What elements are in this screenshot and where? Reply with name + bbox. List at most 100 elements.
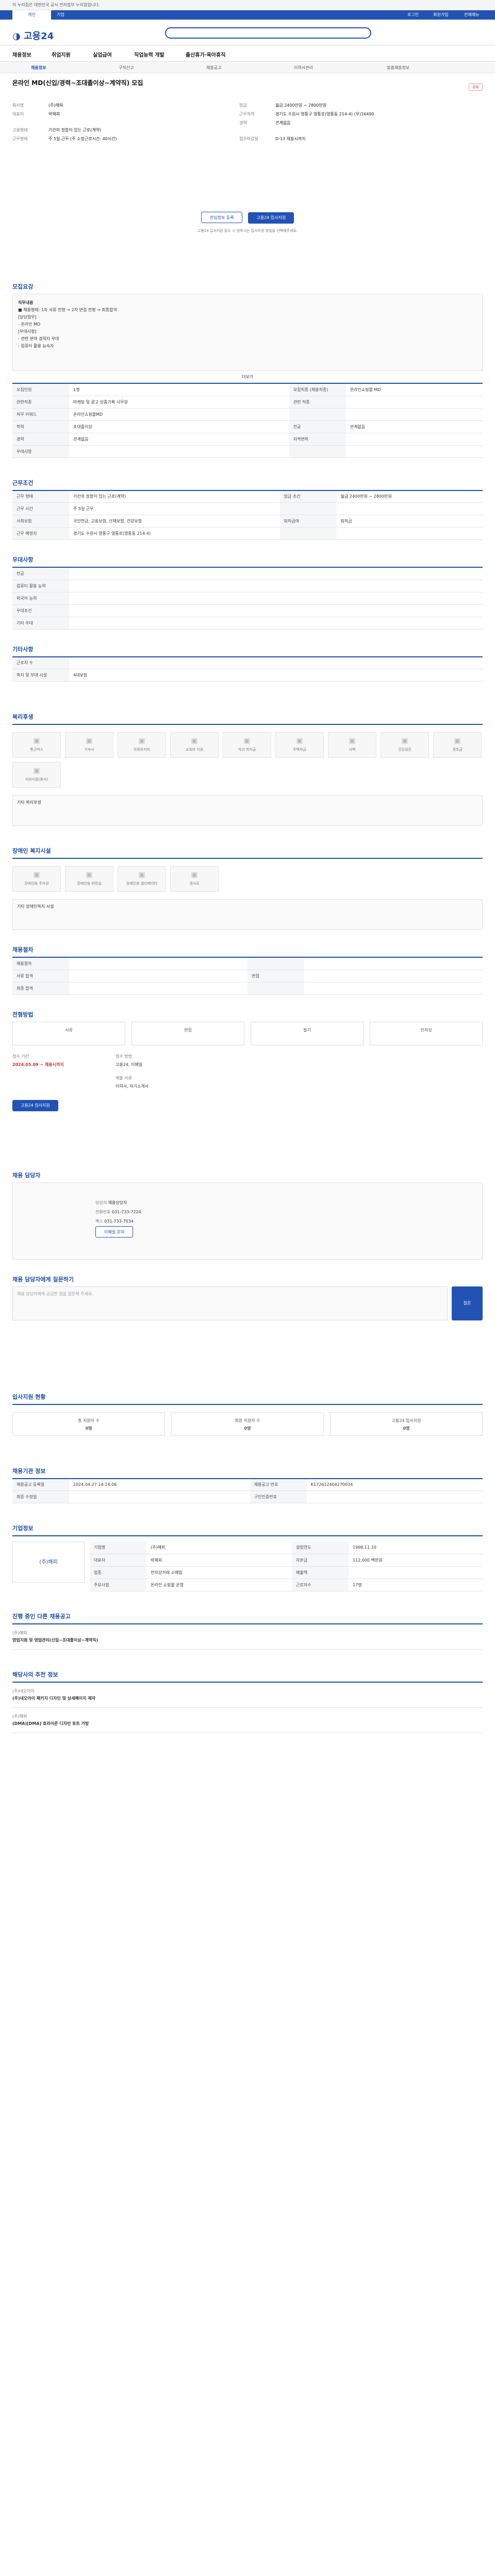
all-menu-link[interactable]: 전체메뉴 <box>464 10 479 20</box>
welfare-icon: ▣ <box>454 737 461 745</box>
company-logo: (주)해피 <box>12 1541 85 1583</box>
row-value: 2024.04.27 14:14:06 <box>69 1478 250 1491</box>
menu-item[interactable]: 출산휴가·육아휴직 <box>186 50 225 58</box>
table-row: 관련직종 마케팅 및 광고 상품기획 사무원 관련 직종 <box>12 396 483 409</box>
more-button[interactable]: 더보기 <box>12 374 483 380</box>
menu-item[interactable]: 직업능력 개발 <box>134 50 164 58</box>
status-card: 총 지원자 수 0명 <box>12 1412 165 1436</box>
share-button[interactable]: 공유 <box>469 83 483 91</box>
welfare-item: ▣ 장애인용 화장실 <box>65 866 113 892</box>
row-label: 기업명 <box>90 1541 146 1554</box>
welfare-icon: ▣ <box>86 871 93 879</box>
login-link[interactable]: 로그인 <box>407 10 419 20</box>
table-row: 우대조건 <box>12 604 483 617</box>
subtab[interactable]: 채용정보 <box>31 65 46 71</box>
welfare-icon: ▣ <box>33 871 40 879</box>
search-input[interactable] <box>165 27 371 39</box>
row-label: 퇴직급여 <box>279 515 337 528</box>
menu-item[interactable]: 취업지원 <box>52 50 71 58</box>
table-row: 전공 <box>12 567 483 580</box>
tab-company[interactable]: 기업 <box>57 10 64 20</box>
table-row: 기업명 (주)해피 설립연도 1998.11.10 <box>90 1541 483 1554</box>
disability-section: 장애인 복지시설 ▣ 장애인용 주차장 ▣ 장애인용 화장실 ▣ 장애인용 엘리베이터 ▣ 경… <box>0 846 495 930</box>
row-value: 국민연금, 고용보험, 산재보험, 건강보험 <box>69 515 280 528</box>
row-value <box>345 408 483 421</box>
job-header: 온라인 MD(신입/경력∼조대졸이상∼계약직) 모집 공유 회사명 (주)해피 대… <box>0 78 495 274</box>
row-label <box>289 445 346 458</box>
row-label: 근로자 수 <box>12 656 69 669</box>
question-button[interactable]: 질문 <box>452 1286 483 1320</box>
bookmark-button[interactable]: 관심정보 등록 <box>201 212 243 223</box>
table-row: 서류 합격 면접 <box>12 970 483 982</box>
table-row: 채용절차 <box>12 957 483 970</box>
welfare-item: ▣ 건강검진 <box>381 732 429 758</box>
row-label <box>248 982 304 995</box>
email-button[interactable]: 이메일 문의 <box>95 1226 134 1238</box>
subtab[interactable]: 맞춤채용정보 <box>387 65 409 71</box>
menu-item[interactable]: 채용정보 <box>12 50 31 58</box>
list-item[interactable]: (주)네오아이 (주)네오아이 패키지 디자인 및 상세페이지 제작 <box>12 1683 483 1708</box>
contact-section: 채용 담당자 담당자 채용담당자 전화번호 031-733-7224 팩스 03… <box>0 1171 495 1320</box>
row-label: 채용공고 번호 <box>250 1478 307 1491</box>
recommend-section: 해당사의 추천 정보 (주)네오아이 (주)네오아이 패키지 디자인 및 상세페이… <box>0 1670 495 1754</box>
row-value <box>304 957 483 970</box>
row-value: 월급 2400만원 ∼ 2800만원 <box>336 490 483 503</box>
question-input[interactable]: 채용 담당자에게 궁금한 점을 질문해 주세요. <box>12 1286 448 1320</box>
apply-button-2[interactable]: 고용24 입사지원 <box>12 1099 58 1111</box>
row-value <box>69 445 289 458</box>
welfare-icon: ▣ <box>296 737 303 745</box>
row-value: 17명 <box>349 1579 483 1591</box>
status-card: 회원 지원자 수 0명 <box>171 1412 324 1436</box>
row-label: 최종 합격 <box>12 982 69 995</box>
logo[interactable]: ◑ 고용24 <box>12 29 54 42</box>
list-item[interactable]: (주)해피 (DMA)[DMA] 호라이즌 디자인 토트 가방 <box>12 1708 483 1733</box>
subtab[interactable]: 이력서관리 <box>294 65 313 71</box>
welfare-icon: ▣ <box>86 737 93 745</box>
signup-link[interactable]: 회원가입 <box>433 10 448 20</box>
row-value: 전자상거래 소매업 <box>146 1566 292 1579</box>
welfare-icon: ▣ <box>243 737 251 745</box>
row-label: 자본금 <box>292 1554 349 1567</box>
row-value <box>69 567 483 580</box>
row-value: 112,000 백만원 <box>349 1554 483 1567</box>
recruit-table: 모집인원 1명 모집직종 (채용직종) 온라인쇼핑몰 MD 관련직종 마케팅 및 광고 상… <box>12 383 483 458</box>
welfare-icon: ▣ <box>33 767 40 775</box>
table-row: 직무 키워드 온라인쇼핑몰MD <box>12 408 483 421</box>
row-value <box>336 527 483 540</box>
subtab[interactable]: 구직신고 <box>119 65 134 71</box>
work-section: 근무조건 근무 형태 기간의 정함이 있는 근로(계약) 임금 조건 월급 2400만… <box>0 479 495 540</box>
row-value <box>336 502 483 515</box>
apply-button[interactable]: 고용24 입사지원 <box>248 212 294 224</box>
row-label: 대표자 <box>90 1554 146 1567</box>
row-value: K172612404270034 <box>306 1478 483 1491</box>
welfare-item: ▣ 사택 <box>328 732 376 758</box>
table-row: 기타 우대 <box>12 617 483 630</box>
welfare-icon: ▣ <box>138 871 145 879</box>
menu-item[interactable]: 실업급여 <box>93 50 112 58</box>
row-value: 1998.11.10 <box>349 1541 483 1554</box>
row-value: (주)해피 <box>146 1541 292 1554</box>
table-row: 근로자 수 <box>12 656 483 669</box>
row-value: 1명 <box>69 383 289 396</box>
row-label: 업종 <box>90 1566 146 1579</box>
row-label: 모집직종 (채용직종) <box>289 383 346 396</box>
row-label: 직무 키워드 <box>12 408 69 421</box>
welfare-item: ▣ 교육비 지원 <box>170 732 219 758</box>
row-label: 근로자수 <box>292 1579 349 1591</box>
welfare-section: 복리후생 ▣ 통근버스 ▣ 기숙사 ▣ 차량유지비 ▣ 교육비 지원 ▣ 자녀 학자금 ▣ 주택자금 ▣… <box>0 713 495 826</box>
row-label: 주요사업 <box>90 1579 146 1591</box>
tab-personal[interactable]: 개인 <box>12 10 51 20</box>
row-value <box>345 445 483 458</box>
method-step: 면접 <box>131 1021 244 1045</box>
method-section: 전형방법 서류 면접 필기 인적성 접수 기간 2024.05.09 ∼ 채용시까지 … <box>0 1010 495 1140</box>
list-item[interactable]: (주)해피 영업지원 및 영업관리(신입∼조대졸이상∼계약직) <box>12 1624 483 1650</box>
subtab[interactable]: 채용공고 <box>206 65 221 71</box>
table-row: 컴퓨터 활용 능력 <box>12 580 483 592</box>
row-label: 전공 <box>289 420 346 433</box>
row-label: 근무 예정지 <box>12 527 69 540</box>
table-row: 대표자 박해피 자본금 112,000 백만원 <box>90 1554 483 1567</box>
row-label: 매출액 <box>292 1566 349 1579</box>
row-value <box>345 433 483 446</box>
row-value: 마케팅 및 광고 상품기획 사무원 <box>69 396 289 409</box>
process-section: 채용절차 채용절차 서류 합격 면접 최종 합격 <box>0 945 495 995</box>
